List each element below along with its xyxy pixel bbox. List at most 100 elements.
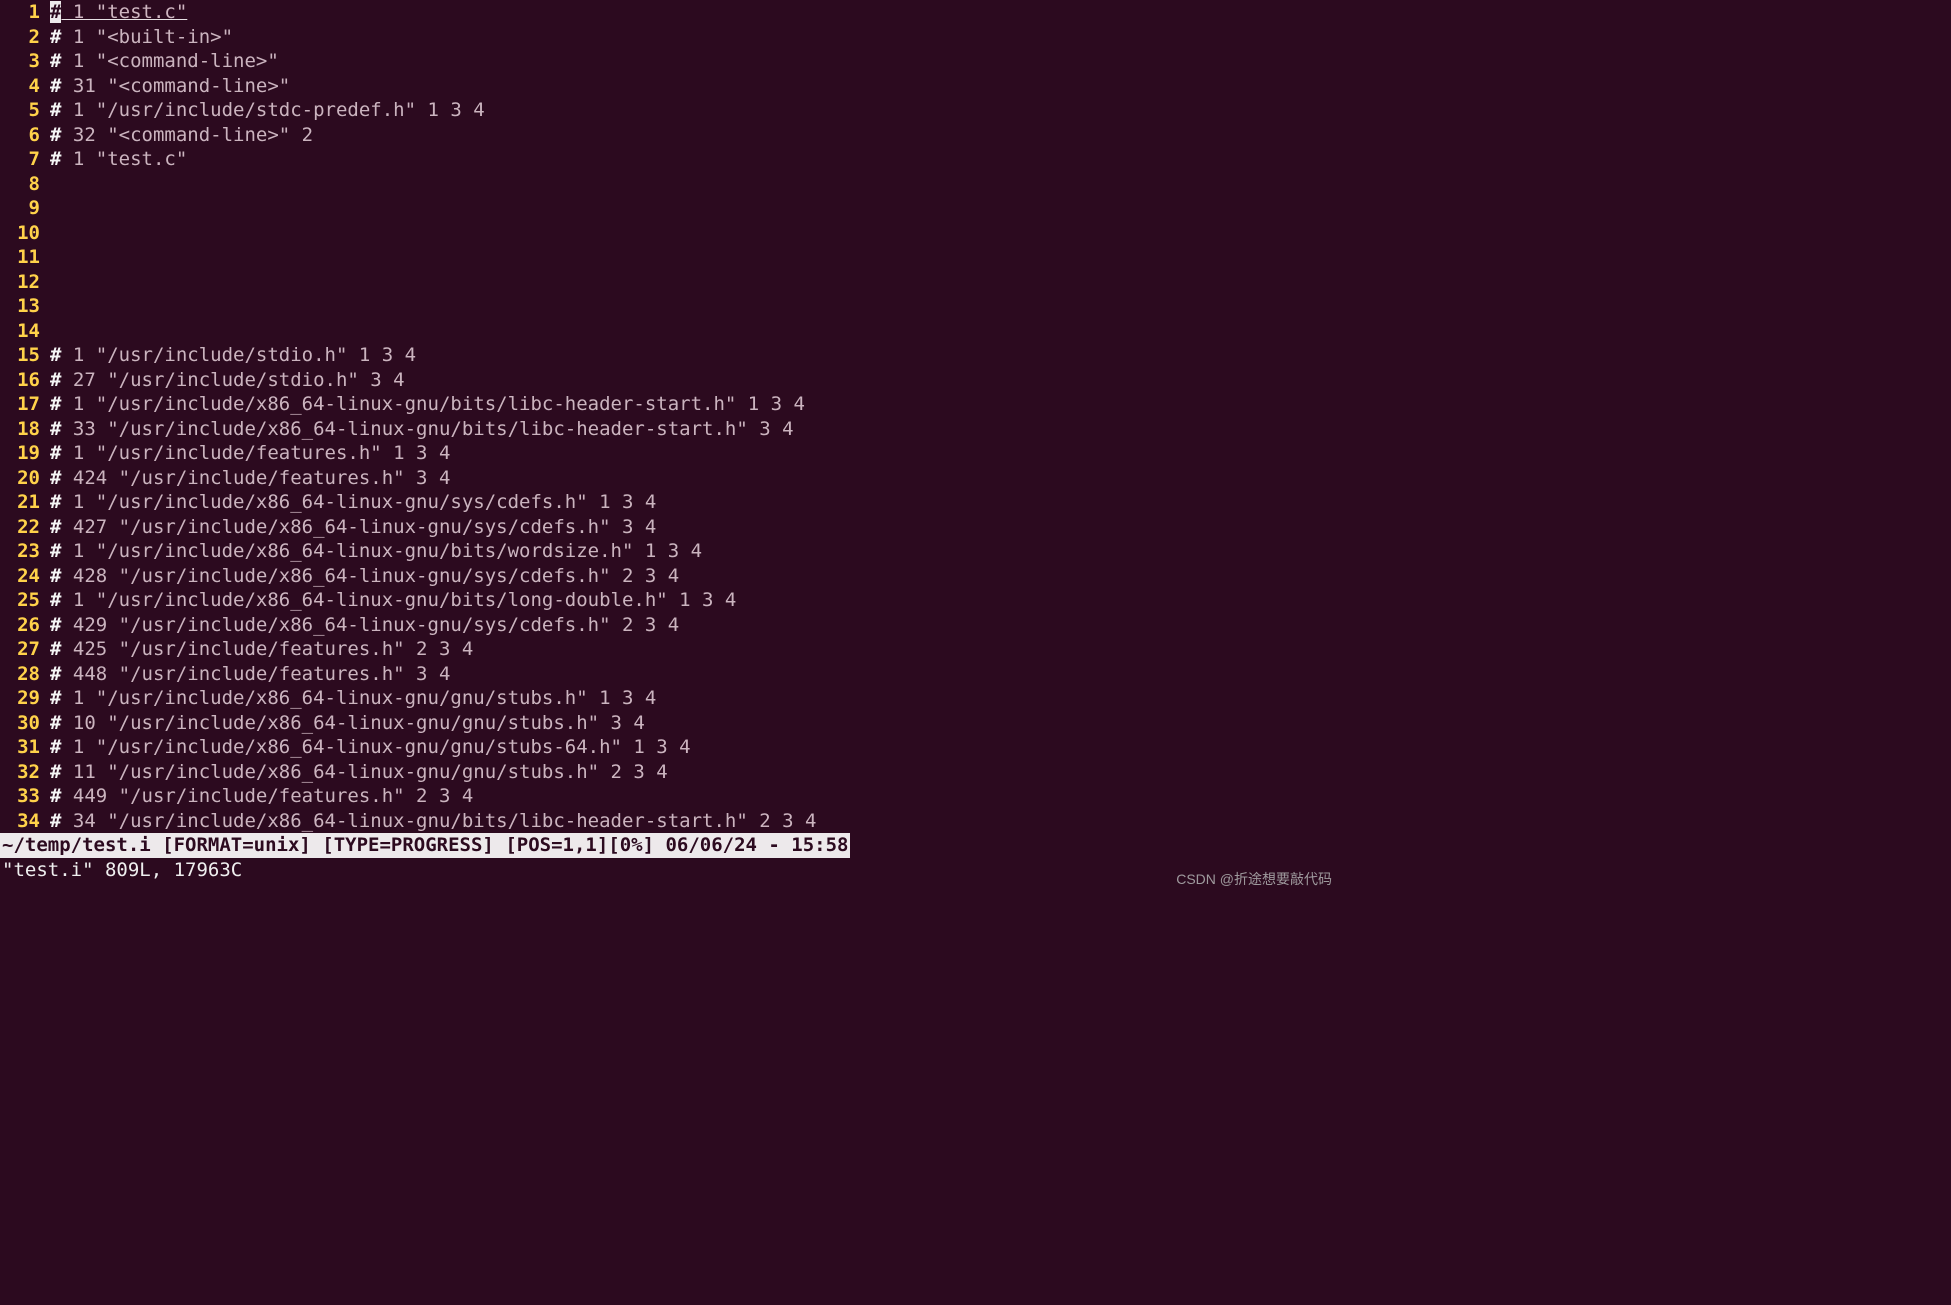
code-line[interactable]: 3# 1 "<command-line>" (0, 49, 1340, 74)
line-number: 33 (0, 784, 42, 809)
code-line[interactable]: 25# 1 "/usr/include/x86_64-linux-gnu/bit… (0, 588, 1340, 613)
code-rest: 1 "/usr/include/x86_64-linux-gnu/gnu/stu… (61, 736, 690, 758)
code-line[interactable]: 7# 1 "test.c" (0, 147, 1340, 172)
code-line[interactable]: 5# 1 "/usr/include/stdc-predef.h" 1 3 4 (0, 98, 1340, 123)
code-line[interactable]: 24# 428 "/usr/include/x86_64-linux-gnu/s… (0, 564, 1340, 589)
line-number: 19 (0, 441, 42, 466)
code-text[interactable]: # 1 "<built-in>" (42, 25, 233, 50)
hash-char: # (50, 540, 61, 562)
hash-char: # (50, 26, 61, 48)
code-line[interactable]: 6# 32 "<command-line>" 2 (0, 123, 1340, 148)
line-number: 15 (0, 343, 42, 368)
line-number: 3 (0, 49, 42, 74)
code-line[interactable]: 26# 429 "/usr/include/x86_64-linux-gnu/s… (0, 613, 1340, 638)
code-line[interactable]: 14 (0, 319, 1340, 344)
code-line[interactable]: 2# 1 "<built-in>" (0, 25, 1340, 50)
code-text[interactable]: # 425 "/usr/include/features.h" 2 3 4 (42, 637, 473, 662)
line-number: 27 (0, 637, 42, 662)
line-number: 26 (0, 613, 42, 638)
code-text[interactable]: # 11 "/usr/include/x86_64-linux-gnu/gnu/… (42, 760, 668, 785)
code-line[interactable]: 1# 1 "test.c" (0, 0, 1340, 25)
code-line[interactable]: 33# 449 "/usr/include/features.h" 2 3 4 (0, 784, 1340, 809)
code-text[interactable]: # 1 "/usr/include/stdc-predef.h" 1 3 4 (42, 98, 485, 123)
line-number: 17 (0, 392, 42, 417)
code-text[interactable]: # 1 "test.c" (42, 0, 187, 25)
code-text[interactable]: # 31 "<command-line>" (42, 74, 290, 99)
code-line[interactable]: 22# 427 "/usr/include/x86_64-linux-gnu/s… (0, 515, 1340, 540)
code-rest: 424 "/usr/include/features.h" 3 4 (61, 467, 450, 489)
code-line[interactable]: 27# 425 "/usr/include/features.h" 2 3 4 (0, 637, 1340, 662)
hash-char: # (50, 344, 61, 366)
line-number: 7 (0, 147, 42, 172)
code-rest: 1 "/usr/include/stdio.h" 1 3 4 (61, 344, 416, 366)
code-text[interactable]: # 1 "/usr/include/x86_64-linux-gnu/sys/c… (42, 490, 656, 515)
code-line[interactable]: 17# 1 "/usr/include/x86_64-linux-gnu/bit… (0, 392, 1340, 417)
code-line[interactable]: 32# 11 "/usr/include/x86_64-linux-gnu/gn… (0, 760, 1340, 785)
line-number: 8 (0, 172, 42, 197)
code-line[interactable]: 28# 448 "/usr/include/features.h" 3 4 (0, 662, 1340, 687)
code-rest: 1 "test.c" (61, 148, 187, 170)
hash-char: # (50, 418, 61, 440)
line-number: 20 (0, 466, 42, 491)
code-text[interactable]: # 1 "<command-line>" (42, 49, 279, 74)
code-line[interactable]: 30# 10 "/usr/include/x86_64-linux-gnu/gn… (0, 711, 1340, 736)
line-number: 14 (0, 319, 42, 344)
code-line[interactable]: 4# 31 "<command-line>" (0, 74, 1340, 99)
code-line[interactable]: 13 (0, 294, 1340, 319)
code-rest: 1 "<command-line>" (61, 50, 278, 72)
code-line[interactable]: 15# 1 "/usr/include/stdio.h" 1 3 4 (0, 343, 1340, 368)
line-number: 1 (0, 0, 42, 25)
code-text[interactable]: # 33 "/usr/include/x86_64-linux-gnu/bits… (42, 417, 794, 442)
code-text[interactable]: # 1 "/usr/include/x86_64-linux-gnu/gnu/s… (42, 686, 656, 711)
hash-char: # (50, 736, 61, 758)
hash-char: # (50, 565, 61, 587)
hash-char: # (50, 467, 61, 489)
line-number: 24 (0, 564, 42, 589)
line-number: 30 (0, 711, 42, 736)
code-line[interactable]: 12 (0, 270, 1340, 295)
line-number: 32 (0, 760, 42, 785)
hash-char: # (50, 369, 61, 391)
code-line[interactable]: 8 (0, 172, 1340, 197)
code-line[interactable]: 29# 1 "/usr/include/x86_64-linux-gnu/gnu… (0, 686, 1340, 711)
code-text[interactable]: # 1 "/usr/include/stdio.h" 1 3 4 (42, 343, 416, 368)
code-text[interactable]: # 27 "/usr/include/stdio.h" 3 4 (42, 368, 405, 393)
code-line[interactable]: 9 (0, 196, 1340, 221)
code-text[interactable]: # 32 "<command-line>" 2 (42, 123, 313, 148)
code-text[interactable]: # 34 "/usr/include/x86_64-linux-gnu/bits… (42, 809, 816, 834)
line-number: 4 (0, 74, 42, 99)
line-number: 9 (0, 196, 42, 221)
code-text[interactable]: # 1 "/usr/include/features.h" 1 3 4 (42, 441, 450, 466)
code-line[interactable]: 18# 33 "/usr/include/x86_64-linux-gnu/bi… (0, 417, 1340, 442)
code-line[interactable]: 31# 1 "/usr/include/x86_64-linux-gnu/gnu… (0, 735, 1340, 760)
code-text[interactable]: # 1 "/usr/include/x86_64-linux-gnu/bits/… (42, 588, 736, 613)
code-text[interactable]: # 1 "/usr/include/x86_64-linux-gnu/gnu/s… (42, 735, 691, 760)
code-text[interactable]: # 424 "/usr/include/features.h" 3 4 (42, 466, 450, 491)
code-text[interactable]: # 427 "/usr/include/x86_64-linux-gnu/sys… (42, 515, 656, 540)
code-rest: 33 "/usr/include/x86_64-linux-gnu/bits/l… (61, 418, 793, 440)
code-text[interactable]: # 10 "/usr/include/x86_64-linux-gnu/gnu/… (42, 711, 645, 736)
code-line[interactable]: 19# 1 "/usr/include/features.h" 1 3 4 (0, 441, 1340, 466)
code-line[interactable]: 10 (0, 221, 1340, 246)
code-text[interactable]: # 429 "/usr/include/x86_64-linux-gnu/sys… (42, 613, 679, 638)
code-text[interactable]: # 448 "/usr/include/features.h" 3 4 (42, 662, 450, 687)
code-text[interactable]: # 1 "test.c" (42, 147, 187, 172)
code-line[interactable]: 20# 424 "/usr/include/features.h" 3 4 (0, 466, 1340, 491)
code-rest: 425 "/usr/include/features.h" 2 3 4 (61, 638, 473, 660)
code-line[interactable]: 16# 27 "/usr/include/stdio.h" 3 4 (0, 368, 1340, 393)
code-text[interactable]: # 428 "/usr/include/x86_64-linux-gnu/sys… (42, 564, 679, 589)
code-line[interactable]: 11 (0, 245, 1340, 270)
code-line[interactable]: 23# 1 "/usr/include/x86_64-linux-gnu/bit… (0, 539, 1340, 564)
code-text[interactable]: # 1 "/usr/include/x86_64-linux-gnu/bits/… (42, 392, 805, 417)
code-rest: 1 "/usr/include/features.h" 1 3 4 (61, 442, 450, 464)
code-line[interactable]: 21# 1 "/usr/include/x86_64-linux-gnu/sys… (0, 490, 1340, 515)
code-text[interactable]: # 449 "/usr/include/features.h" 2 3 4 (42, 784, 473, 809)
hash-char: # (50, 124, 61, 146)
hash-char: # (50, 516, 61, 538)
line-number: 21 (0, 490, 42, 515)
editor-viewport[interactable]: 1# 1 "test.c"2# 1 "<built-in>"3# 1 "<com… (0, 0, 1340, 833)
code-line[interactable]: 34# 34 "/usr/include/x86_64-linux-gnu/bi… (0, 809, 1340, 834)
code-rest: 1 "/usr/include/x86_64-linux-gnu/bits/wo… (61, 540, 702, 562)
line-number: 16 (0, 368, 42, 393)
code-text[interactable]: # 1 "/usr/include/x86_64-linux-gnu/bits/… (42, 539, 702, 564)
